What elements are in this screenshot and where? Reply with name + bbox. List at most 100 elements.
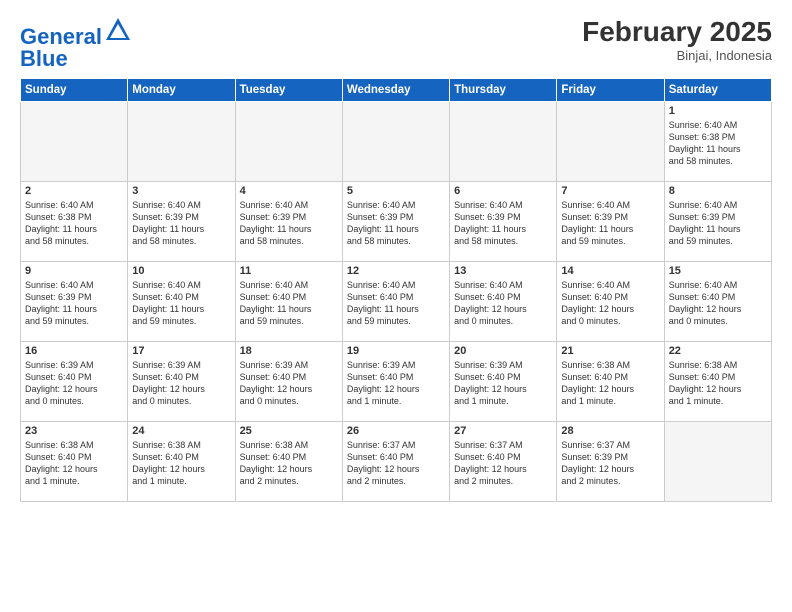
day-info: Sunrise: 6:39 AM Sunset: 6:40 PM Dayligh… bbox=[25, 359, 123, 408]
calendar-cell: 20 Sunrise: 6:39 AM Sunset: 6:40 PM Dayli… bbox=[450, 342, 557, 422]
day-number: 25 bbox=[240, 425, 338, 437]
day-info: Sunrise: 6:40 AM Sunset: 6:38 PM Dayligh… bbox=[669, 119, 767, 168]
calendar-cell: 18Sunrise: 6:39 AM Sunset: 6:40 PM Dayli… bbox=[235, 342, 342, 422]
calendar-cell: 7 Sunrise: 6:40 AM Sunset: 6:39 PM Daylig… bbox=[557, 182, 664, 262]
day-number: 19 bbox=[347, 345, 445, 357]
day-info: Sunrise: 6:40 AM Sunset: 6:40 PM Dayligh… bbox=[669, 279, 767, 328]
week-row-1: 1Sunrise: 6:40 AM Sunset: 6:38 PM Daylig… bbox=[21, 102, 772, 182]
day-number: 8 bbox=[669, 185, 767, 197]
calendar-cell: 23 Sunrise: 6:38 AM Sunset: 6:40 PM Dayli… bbox=[21, 422, 128, 502]
calendar-cell: 11 Sunrise: 6:40 AM Sunset: 6:40 PM Dayli… bbox=[235, 262, 342, 342]
day-info: Sunrise: 6:40 AM Sunset: 6:39 PM Dayligh… bbox=[669, 199, 767, 248]
calendar-cell: 15 Sunrise: 6:40 AM Sunset: 6:40 PM Dayli… bbox=[664, 262, 771, 342]
week-row-5: 23 Sunrise: 6:38 AM Sunset: 6:40 PM Dayli… bbox=[21, 422, 772, 502]
day-number: 27 bbox=[454, 425, 552, 437]
calendar-cell: 4 Sunrise: 6:40 AM Sunset: 6:39 PM Daylig… bbox=[235, 182, 342, 262]
day-info: Sunrise: 6:40 AM Sunset: 6:39 PM Dayligh… bbox=[25, 279, 123, 328]
day-info: Sunrise: 6:40 AM Sunset: 6:39 PM Dayligh… bbox=[347, 199, 445, 248]
day-number: 22 bbox=[669, 345, 767, 357]
day-number: 13 bbox=[454, 265, 552, 277]
calendar-cell: 9 Sunrise: 6:40 AM Sunset: 6:39 PM Daylig… bbox=[21, 262, 128, 342]
calendar-cell: 26 Sunrise: 6:37 AM Sunset: 6:40 PM Dayli… bbox=[342, 422, 449, 502]
day-number: 23 bbox=[25, 425, 123, 437]
day-number: 6 bbox=[454, 185, 552, 197]
calendar-cell: 28Sunrise: 6:37 AM Sunset: 6:39 PM Dayli… bbox=[557, 422, 664, 502]
week-row-2: 2 Sunrise: 6:40 AM Sunset: 6:38 PM Daylig… bbox=[21, 182, 772, 262]
day-info: Sunrise: 6:40 AM Sunset: 6:40 PM Dayligh… bbox=[561, 279, 659, 328]
logo-text: GeneralBlue bbox=[20, 16, 132, 70]
calendar-cell: 14 Sunrise: 6:40 AM Sunset: 6:40 PM Dayli… bbox=[557, 262, 664, 342]
calendar-cell bbox=[557, 102, 664, 182]
day-info: Sunrise: 6:39 AM Sunset: 6:40 PM Dayligh… bbox=[240, 359, 338, 408]
week-row-4: 16 Sunrise: 6:39 AM Sunset: 6:40 PM Dayli… bbox=[21, 342, 772, 422]
day-info: Sunrise: 6:38 AM Sunset: 6:40 PM Dayligh… bbox=[240, 439, 338, 488]
day-number: 26 bbox=[347, 425, 445, 437]
calendar-cell: 13 Sunrise: 6:40 AM Sunset: 6:40 PM Dayli… bbox=[450, 262, 557, 342]
day-number: 17 bbox=[132, 345, 230, 357]
calendar-cell bbox=[21, 102, 128, 182]
calendar-cell: 22Sunrise: 6:38 AM Sunset: 6:40 PM Dayli… bbox=[664, 342, 771, 422]
day-info: Sunrise: 6:40 AM Sunset: 6:39 PM Dayligh… bbox=[132, 199, 230, 248]
day-number: 21 bbox=[561, 345, 659, 357]
title-block: February 2025 Binjai, Indonesia bbox=[582, 16, 772, 63]
col-friday: Friday bbox=[557, 79, 664, 102]
day-info: Sunrise: 6:37 AM Sunset: 6:40 PM Dayligh… bbox=[347, 439, 445, 488]
day-number: 5 bbox=[347, 185, 445, 197]
calendar-cell: 25 Sunrise: 6:38 AM Sunset: 6:40 PM Dayli… bbox=[235, 422, 342, 502]
day-number: 3 bbox=[132, 185, 230, 197]
weekday-header-row: Sunday Monday Tuesday Wednesday Thursday… bbox=[21, 79, 772, 102]
day-number: 20 bbox=[454, 345, 552, 357]
day-info: Sunrise: 6:40 AM Sunset: 6:38 PM Dayligh… bbox=[25, 199, 123, 248]
day-info: Sunrise: 6:38 AM Sunset: 6:40 PM Dayligh… bbox=[561, 359, 659, 408]
col-wednesday: Wednesday bbox=[342, 79, 449, 102]
day-number: 16 bbox=[25, 345, 123, 357]
calendar-cell: 10Sunrise: 6:40 AM Sunset: 6:40 PM Dayli… bbox=[128, 262, 235, 342]
day-info: Sunrise: 6:39 AM Sunset: 6:40 PM Dayligh… bbox=[347, 359, 445, 408]
calendar-cell: 16 Sunrise: 6:39 AM Sunset: 6:40 PM Dayli… bbox=[21, 342, 128, 422]
day-number: 4 bbox=[240, 185, 338, 197]
col-saturday: Saturday bbox=[664, 79, 771, 102]
col-sunday: Sunday bbox=[21, 79, 128, 102]
page: GeneralBlue February 2025 Binjai, Indone… bbox=[0, 0, 792, 612]
day-number: 10 bbox=[132, 265, 230, 277]
day-number: 11 bbox=[240, 265, 338, 277]
day-info: Sunrise: 6:39 AM Sunset: 6:40 PM Dayligh… bbox=[132, 359, 230, 408]
day-info: Sunrise: 6:40 AM Sunset: 6:40 PM Dayligh… bbox=[347, 279, 445, 328]
calendar-cell: 17 Sunrise: 6:39 AM Sunset: 6:40 PM Dayli… bbox=[128, 342, 235, 422]
calendar-cell: 1Sunrise: 6:40 AM Sunset: 6:38 PM Daylig… bbox=[664, 102, 771, 182]
calendar-cell bbox=[664, 422, 771, 502]
day-number: 15 bbox=[669, 265, 767, 277]
day-info: Sunrise: 6:40 AM Sunset: 6:39 PM Dayligh… bbox=[561, 199, 659, 248]
calendar-cell bbox=[342, 102, 449, 182]
day-number: 28 bbox=[561, 425, 659, 437]
day-info: Sunrise: 6:40 AM Sunset: 6:39 PM Dayligh… bbox=[240, 199, 338, 248]
calendar-cell: 27 Sunrise: 6:37 AM Sunset: 6:40 PM Dayli… bbox=[450, 422, 557, 502]
day-info: Sunrise: 6:37 AM Sunset: 6:40 PM Dayligh… bbox=[454, 439, 552, 488]
day-info: Sunrise: 6:38 AM Sunset: 6:40 PM Dayligh… bbox=[25, 439, 123, 488]
logo-blue: Blue bbox=[20, 46, 68, 71]
day-number: 7 bbox=[561, 185, 659, 197]
calendar-cell: 19 Sunrise: 6:39 AM Sunset: 6:40 PM Dayli… bbox=[342, 342, 449, 422]
day-info: Sunrise: 6:40 AM Sunset: 6:39 PM Dayligh… bbox=[454, 199, 552, 248]
day-number: 9 bbox=[25, 265, 123, 277]
col-tuesday: Tuesday bbox=[235, 79, 342, 102]
calendar-cell: 3 Sunrise: 6:40 AM Sunset: 6:39 PM Daylig… bbox=[128, 182, 235, 262]
logo-icon bbox=[104, 16, 132, 44]
calendar-cell: 21 Sunrise: 6:38 AM Sunset: 6:40 PM Dayli… bbox=[557, 342, 664, 422]
header: GeneralBlue February 2025 Binjai, Indone… bbox=[20, 16, 772, 70]
day-number: 2 bbox=[25, 185, 123, 197]
day-number: 12 bbox=[347, 265, 445, 277]
calendar-cell: 2 Sunrise: 6:40 AM Sunset: 6:38 PM Daylig… bbox=[21, 182, 128, 262]
location: Binjai, Indonesia bbox=[582, 48, 772, 63]
calendar-cell: 12 Sunrise: 6:40 AM Sunset: 6:40 PM Dayli… bbox=[342, 262, 449, 342]
day-number: 24 bbox=[132, 425, 230, 437]
col-monday: Monday bbox=[128, 79, 235, 102]
calendar-cell: 6 Sunrise: 6:40 AM Sunset: 6:39 PM Daylig… bbox=[450, 182, 557, 262]
day-info: Sunrise: 6:40 AM Sunset: 6:40 PM Dayligh… bbox=[454, 279, 552, 328]
day-info: Sunrise: 6:40 AM Sunset: 6:40 PM Dayligh… bbox=[240, 279, 338, 328]
day-number: 14 bbox=[561, 265, 659, 277]
week-row-3: 9 Sunrise: 6:40 AM Sunset: 6:39 PM Daylig… bbox=[21, 262, 772, 342]
calendar-cell bbox=[235, 102, 342, 182]
day-info: Sunrise: 6:39 AM Sunset: 6:40 PM Dayligh… bbox=[454, 359, 552, 408]
logo: GeneralBlue bbox=[20, 16, 132, 70]
